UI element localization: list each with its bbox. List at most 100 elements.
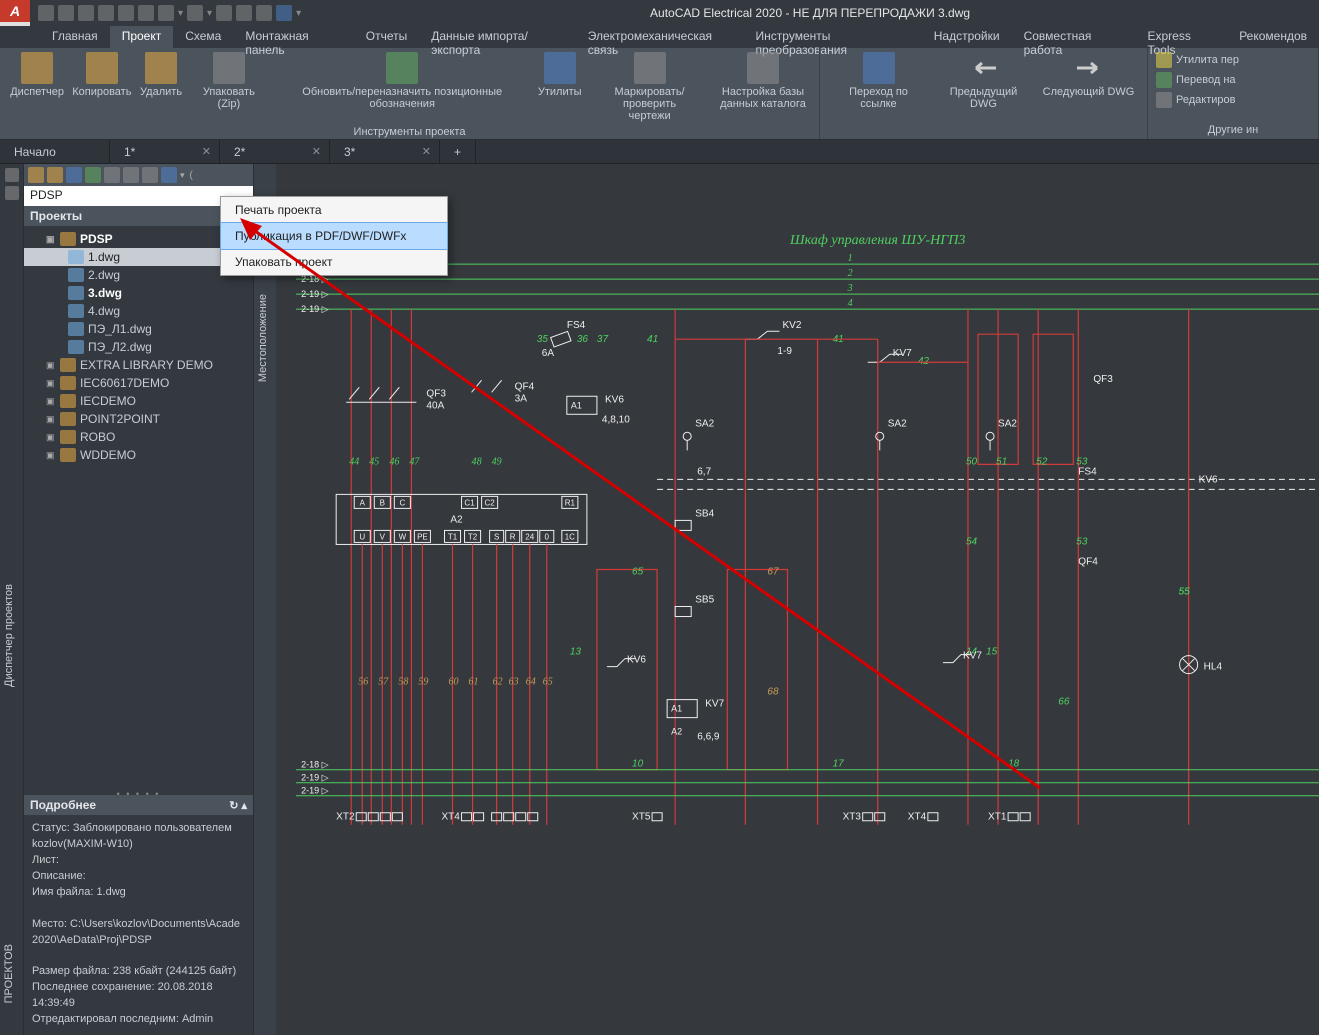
tree-file[interactable]: 1.dwg — [24, 248, 253, 266]
ribbon-tabs: Главная Проект Схема Монтажная панель От… — [0, 26, 1319, 48]
ribbon-tab-reports[interactable]: Отчеты — [354, 26, 419, 48]
svg-text:A1: A1 — [571, 400, 582, 410]
prev-dwg-button[interactable]: Предыдущий DWG — [931, 50, 1036, 112]
renumber-button[interactable]: Обновить/переназначить позиционные обозн… — [271, 50, 533, 112]
qat-surf-icon[interactable] — [276, 5, 292, 21]
project-manager-tab[interactable]: Диспетчер проектов — [3, 584, 15, 687]
ribbon-tab-collab[interactable]: Совместная работа — [1012, 26, 1136, 48]
pin-icon[interactable] — [5, 168, 19, 182]
tree-project-root[interactable]: ▣PDSP — [24, 230, 253, 248]
svg-text:40A: 40A — [426, 400, 444, 411]
svg-text:R1: R1 — [565, 498, 576, 507]
project-tree[interactable]: ▣PDSP 1.dwg 2.dwg 3.dwg 4.dwg ПЭ_Л1.dwg … — [24, 226, 253, 789]
svg-text:XT4: XT4 — [441, 812, 460, 823]
svg-text:51: 51 — [996, 456, 1007, 467]
catalog-button[interactable]: Настройка базы данных каталога — [713, 50, 813, 112]
dispatcher-button[interactable]: Диспетчер — [6, 50, 68, 100]
doctab-add[interactable]: + — [440, 140, 476, 163]
tree-file[interactable]: ПЭ_Л1.dwg — [24, 320, 253, 338]
ribbon-tab-schema[interactable]: Схема — [173, 26, 233, 48]
left-gutter: Диспетчер проектов ПРОЕКТОВ — [0, 164, 24, 1035]
qat-print-icon[interactable] — [118, 5, 134, 21]
tree-project[interactable]: ▣EXTRA LIBRARY DEMO — [24, 356, 253, 374]
ribbon-tab-home[interactable]: Главная — [40, 26, 110, 48]
qat-saveas-icon[interactable] — [98, 5, 114, 21]
close-icon[interactable]: ✕ — [422, 145, 431, 158]
projects-tab[interactable]: ПРОЕКТОВ — [3, 944, 15, 1003]
tree-file[interactable]: 4.dwg — [24, 302, 253, 320]
close-icon[interactable]: ✕ — [202, 145, 211, 158]
delete-button[interactable]: Удалить — [135, 50, 186, 100]
ribbon-tab-addins[interactable]: Надстройки — [922, 26, 1012, 48]
svg-text:A: A — [360, 498, 366, 507]
pin-icon[interactable] — [5, 186, 19, 200]
svg-text:XT4: XT4 — [908, 812, 927, 823]
svg-text:SA2: SA2 — [888, 418, 907, 429]
tb-c-icon[interactable] — [142, 167, 158, 183]
svg-text:QF3: QF3 — [1093, 374, 1113, 385]
golink-button[interactable]: Переход по ссылке — [826, 50, 931, 112]
drawing-canvas[interactable]: Местоположение Шкаф управления ШУ-НГП3 1… — [254, 164, 1319, 1035]
project-path[interactable]: PDSP — [24, 186, 253, 206]
tree-file[interactable]: 2.dwg — [24, 266, 253, 284]
ribbon-tab-convert[interactable]: Инструменты преобразования — [744, 26, 922, 48]
svg-text:A2: A2 — [671, 727, 682, 737]
qat-new-icon[interactable] — [38, 5, 54, 21]
tb-b-icon[interactable] — [123, 167, 139, 183]
svg-text:63: 63 — [509, 677, 519, 688]
qat-prev-icon[interactable] — [236, 5, 252, 21]
doctab-2-label: 2* — [234, 145, 245, 159]
utilities-button[interactable]: Утилиты — [533, 50, 586, 100]
svg-text:48: 48 — [472, 456, 482, 467]
qat-save-icon[interactable] — [78, 5, 94, 21]
next-dwg-button[interactable]: Следующий DWG — [1036, 50, 1141, 100]
qat-plot-icon[interactable] — [216, 5, 232, 21]
svg-text:QF4: QF4 — [1078, 556, 1098, 567]
tree-project[interactable]: ▣IEC60617DEMO — [24, 374, 253, 392]
close-icon[interactable]: ✕ — [312, 145, 321, 158]
tb-sync-icon[interactable] — [85, 167, 101, 183]
ribbon-tab-importexport[interactable]: Данные импорта/экспорта — [419, 26, 576, 48]
menu-pack-project[interactable]: Упаковать проект — [221, 249, 447, 275]
qat-redo-icon[interactable] — [187, 5, 203, 21]
translate-button[interactable]: Перевод на — [1152, 70, 1240, 90]
utility-per-button[interactable]: Утилита пер — [1152, 50, 1243, 70]
doctab-2[interactable]: 2* ✕ — [220, 140, 330, 163]
svg-text:XT2: XT2 — [336, 812, 355, 823]
qat-open-icon[interactable] — [58, 5, 74, 21]
refresh-icon[interactable]: ↻ ▴ — [229, 799, 247, 812]
svg-text:1C: 1C — [565, 532, 575, 541]
qat-next-icon[interactable] — [256, 5, 272, 21]
mark-button[interactable]: Маркировать/проверить чертежи — [586, 50, 713, 124]
zip-button[interactable]: Упаковать (Zip) — [187, 50, 271, 112]
doctab-start[interactable]: Начало — [0, 140, 110, 163]
ribbon-tab-recommend[interactable]: Рекомендов — [1227, 26, 1319, 48]
doctab-3[interactable]: 3*✕ — [330, 140, 440, 163]
tb-open-icon[interactable] — [47, 167, 63, 183]
menu-print-project[interactable]: Печать проекта — [221, 197, 447, 223]
tb-print-icon[interactable] — [161, 167, 177, 183]
edit-button[interactable]: Редактиров — [1152, 90, 1239, 110]
svg-text:3А: 3А — [515, 393, 528, 404]
tb-new-icon[interactable] — [28, 167, 44, 183]
qat-share-icon[interactable] — [138, 5, 154, 21]
tree-project[interactable]: ▣IECDEMO — [24, 392, 253, 410]
copy-button[interactable]: Копировать — [68, 50, 135, 100]
tb-refresh-icon[interactable] — [66, 167, 82, 183]
ribbon-tab-project[interactable]: Проект — [110, 26, 174, 48]
tree-project[interactable]: ▣POINT2POINT — [24, 410, 253, 428]
doctab-1[interactable]: 1*✕ — [110, 140, 220, 163]
qat-undo-icon[interactable] — [158, 5, 174, 21]
ribbon-tab-panel[interactable]: Монтажная панель — [233, 26, 353, 48]
menu-publish-pdf[interactable]: Публикация в PDF/DWF/DWFx — [220, 222, 448, 250]
tree-label: WDDEMO — [80, 448, 136, 462]
ribbon-tab-emech[interactable]: Электромеханическая связь — [576, 26, 744, 48]
tb-a-icon[interactable] — [104, 167, 120, 183]
tree-project[interactable]: ▣ROBO — [24, 428, 253, 446]
svg-text:46: 46 — [389, 456, 399, 467]
tree-file[interactable]: 3.dwg — [24, 284, 253, 302]
tree-project[interactable]: ▣WDDEMO — [24, 446, 253, 464]
tree-file[interactable]: ПЭ_Л2.dwg — [24, 338, 253, 356]
ribbon-tab-express[interactable]: Express Tools — [1135, 26, 1227, 48]
svg-text:C: C — [399, 498, 405, 507]
